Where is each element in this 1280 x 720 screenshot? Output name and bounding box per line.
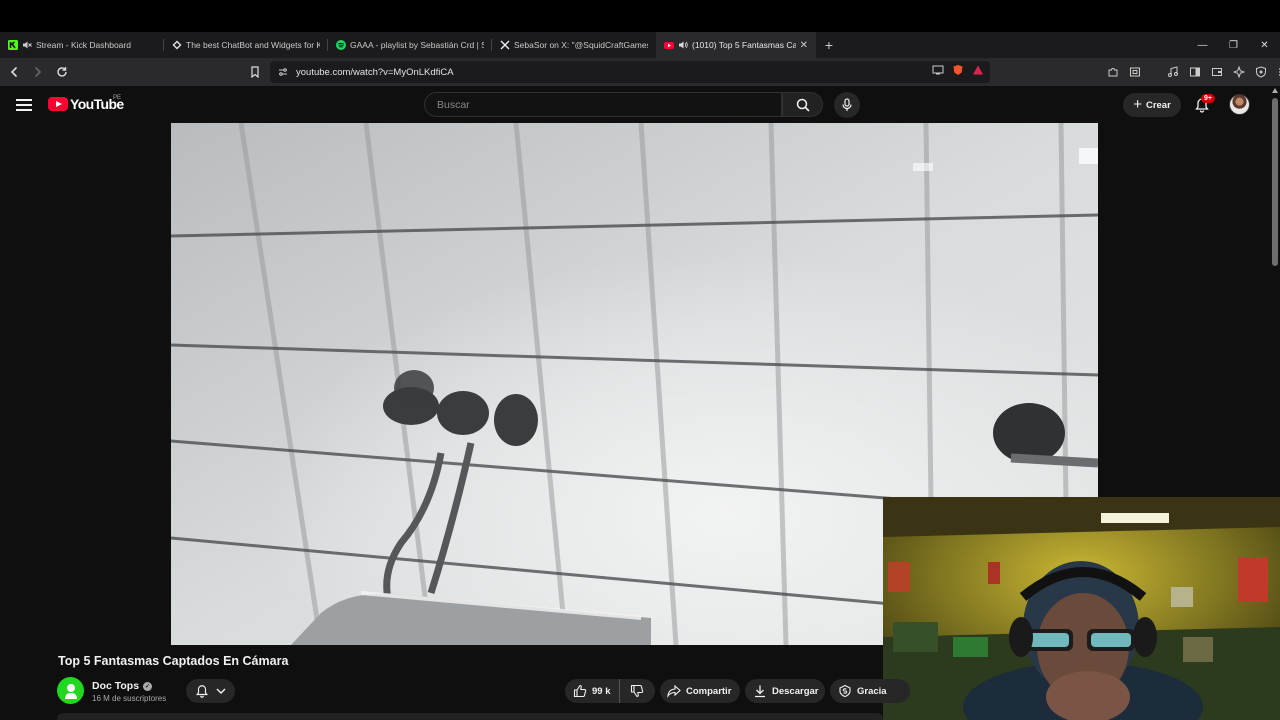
- hamburger-menu-icon[interactable]: [14, 96, 34, 112]
- like-dislike-group: 99 k: [565, 679, 655, 703]
- tab-x[interactable]: SebaSor on X: "@SquidCraftGames h: [492, 32, 656, 58]
- share-button[interactable]: Compartir: [660, 679, 740, 703]
- browser-tab-bar: Stream - Kick Dashboard The best ChatBot…: [0, 32, 1280, 58]
- brave-shields-icon[interactable]: [952, 64, 964, 79]
- thanks-label: Gracia: [857, 685, 887, 697]
- chatbot-icon: [172, 40, 182, 50]
- top-black-strip: [0, 0, 1280, 32]
- wallet-icon[interactable]: [1208, 62, 1226, 82]
- create-label: Crear: [1145, 99, 1171, 111]
- channel-name[interactable]: Doc Tops ✓: [92, 680, 153, 692]
- address-bar[interactable]: youtube.com/watch?v=MyOnLKdfiCA: [270, 61, 990, 83]
- thanks-dollar-icon: [839, 684, 851, 698]
- extensions-puzzle-icon[interactable]: [1104, 62, 1122, 82]
- tab-spotify[interactable]: GAAA - playlist by Sebastián Crd | Sp: [328, 32, 492, 58]
- subscribed-notifications-button[interactable]: [186, 679, 235, 703]
- channel-name-text: Doc Tops: [92, 680, 140, 692]
- toolbar-spacer: [1148, 62, 1160, 82]
- like-button[interactable]: 99 k: [565, 679, 620, 703]
- thanks-button[interactable]: Gracia: [830, 679, 910, 703]
- tab-title: SebaSor on X: "@SquidCraftGames h: [514, 40, 648, 50]
- search-placeholder: Buscar: [437, 98, 470, 111]
- close-window-icon[interactable]: ✕: [1249, 32, 1280, 58]
- browser-menu-icon[interactable]: [1274, 62, 1280, 82]
- forward-icon[interactable]: [28, 62, 48, 82]
- browser-toolbar: youtube.com/watch?v=MyOnLKdfiCA: [0, 58, 1280, 86]
- voice-search-button[interactable]: [834, 92, 860, 118]
- thumbs-up-icon: [573, 684, 587, 698]
- kick-icon: [8, 40, 18, 50]
- tab-title: The best ChatBot and Widgets for Ki: [186, 40, 320, 50]
- screenshot-icon[interactable]: [1126, 62, 1144, 82]
- minimize-icon[interactable]: —: [1187, 32, 1218, 58]
- webcam-image: [883, 497, 1280, 720]
- brave-rewards-icon[interactable]: [972, 64, 984, 79]
- thumbs-down-icon: [630, 684, 644, 698]
- user-avatar[interactable]: [1229, 94, 1250, 115]
- country-code: PE: [113, 95, 122, 101]
- plus-icon: +: [1133, 95, 1142, 113]
- site-settings-icon[interactable]: [278, 67, 288, 77]
- close-tab-icon[interactable]: ✕: [800, 40, 808, 51]
- leo-ai-icon[interactable]: [1230, 62, 1248, 82]
- description-box[interactable]: [57, 713, 883, 720]
- webcam-overlay: [883, 497, 1280, 720]
- restore-icon[interactable]: ❐: [1218, 32, 1249, 58]
- tab-title: Stream - Kick Dashboard: [36, 40, 131, 50]
- download-button[interactable]: Descargar: [745, 679, 825, 703]
- muted-speaker-icon[interactable]: [22, 40, 32, 50]
- video-title: Top 5 Fantasmas Captados En Cámara: [58, 654, 289, 668]
- download-icon: [755, 685, 765, 698]
- notifications-badge: 9+: [1201, 94, 1215, 103]
- youtube-play-icon: [48, 97, 68, 111]
- search-icon: [796, 98, 810, 112]
- media-music-icon[interactable]: [1164, 62, 1182, 82]
- tab-chatbot[interactable]: The best ChatBot and Widgets for Ki: [164, 32, 328, 58]
- cast-icon[interactable]: [932, 65, 944, 78]
- verified-check-icon: ✓: [143, 681, 153, 691]
- scrollbar-thumb[interactable]: [1272, 98, 1278, 266]
- bookmark-icon[interactable]: [246, 62, 264, 82]
- share-arrow-icon: [667, 684, 681, 698]
- speaker-icon[interactable]: [678, 40, 688, 50]
- spotify-icon: [336, 40, 346, 50]
- tab-title: GAAA - playlist by Sebastián Crd | Sp: [350, 40, 484, 50]
- tab-title: (1010) Top 5 Fantasmas Capta: [692, 40, 796, 50]
- new-tab-button[interactable]: +: [816, 32, 842, 58]
- vpn-shield-icon[interactable]: [1252, 62, 1270, 82]
- tab-youtube[interactable]: (1010) Top 5 Fantasmas Capta ✕: [656, 32, 816, 58]
- youtube-header: YouTube PE Buscar + Crear: [0, 86, 1270, 123]
- search-button[interactable]: [782, 92, 823, 117]
- sidebar-icon[interactable]: [1186, 62, 1204, 82]
- reload-icon[interactable]: [52, 62, 72, 82]
- url-text: youtube.com/watch?v=MyOnLKdfiCA: [296, 66, 454, 78]
- dislike-button[interactable]: [620, 684, 654, 698]
- channel-avatar[interactable]: [57, 677, 84, 704]
- back-icon[interactable]: [4, 62, 24, 82]
- search-input[interactable]: Buscar: [424, 92, 782, 117]
- notification-bell-icon: [196, 685, 209, 698]
- scroll-up-arrow-icon[interactable]: [1272, 88, 1278, 93]
- like-count: 99 k: [592, 685, 611, 697]
- window-controls: — ❐ ✕: [1187, 32, 1280, 58]
- extensions-area: [1104, 62, 1280, 82]
- microphone-icon: [842, 98, 852, 111]
- create-button[interactable]: + Crear: [1123, 93, 1181, 117]
- chevron-down-icon: [216, 688, 226, 694]
- download-label: Descargar: [772, 685, 819, 697]
- tab-kick[interactable]: Stream - Kick Dashboard: [0, 32, 164, 58]
- x-icon: [500, 40, 510, 50]
- subscriber-count: 16 M de suscriptores: [92, 694, 167, 703]
- share-label: Compartir: [686, 685, 732, 697]
- youtube-icon: [664, 40, 674, 50]
